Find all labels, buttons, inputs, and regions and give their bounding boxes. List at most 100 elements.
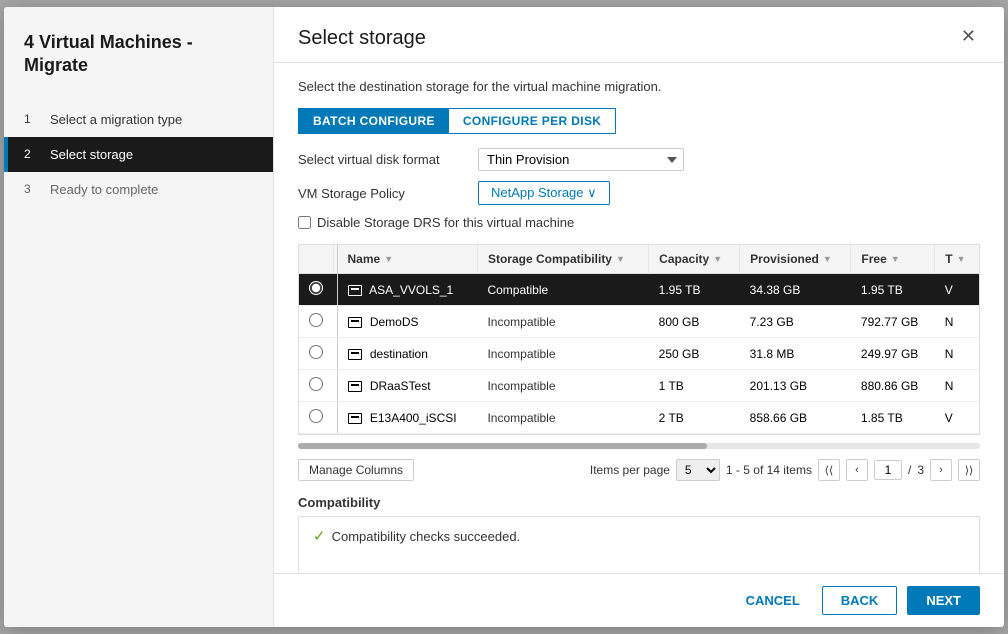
check-icon: ✓ — [313, 527, 326, 545]
items-per-page-select[interactable]: 5 10 25 — [676, 459, 720, 481]
storage-name: destination — [370, 347, 428, 361]
storage-policy-button[interactable]: NetApp Storage ∨ — [478, 181, 610, 205]
back-button[interactable]: BACK — [822, 586, 898, 615]
storage-icon — [348, 413, 362, 424]
last-page-button[interactable]: ⟩⟩ — [958, 459, 980, 481]
sidebar-step-2[interactable]: 2 Select storage — [4, 137, 273, 172]
step-3-number: 3 — [24, 182, 40, 196]
table-row[interactable]: DemoDS Incompatible 800 GB 7.23 GB 792.7… — [299, 306, 979, 338]
storage-policy-label: VM Storage Policy — [298, 186, 478, 201]
name-cell: destination — [337, 338, 477, 370]
main-header: Select storage ✕ — [274, 7, 1004, 63]
th-provisioned[interactable]: Provisioned ▼ — [740, 245, 851, 274]
storage-icon — [348, 349, 362, 360]
th-free[interactable]: Free ▼ — [851, 245, 935, 274]
table-row[interactable]: ASA_VVOLS_1 Compatible 1.95 TB 34.38 GB … — [299, 274, 979, 306]
compat-sort-icon: ▼ — [616, 254, 625, 264]
sidebar: 4 Virtual Machines - Migrate 1 Select a … — [4, 7, 274, 627]
next-page-button[interactable]: › — [930, 459, 952, 481]
storage-table-wrapper: Name ▼ Storage Compatibility ▼ — [298, 244, 980, 435]
th-storage-compatibility[interactable]: Storage Compatibility ▼ — [477, 245, 648, 274]
type-cell: V — [935, 274, 979, 306]
name-sort-icon: ▼ — [384, 254, 393, 264]
storage-table: Name ▼ Storage Compatibility ▼ — [299, 245, 979, 434]
th-name[interactable]: Name ▼ — [337, 245, 477, 274]
th-capacity[interactable]: Capacity ▼ — [649, 245, 740, 274]
page-number-input[interactable] — [874, 460, 902, 480]
modal-overlay: 4 Virtual Machines - Migrate 1 Select a … — [0, 0, 1008, 634]
radio-cell — [299, 402, 333, 434]
compatibility-message: Compatibility checks succeeded. — [332, 529, 521, 544]
items-range: 1 - 5 of 14 items — [726, 463, 812, 477]
capacity-cell: 1.95 TB — [649, 274, 740, 306]
next-button[interactable]: NEXT — [907, 586, 980, 615]
cancel-button[interactable]: CANCEL — [734, 587, 812, 614]
compatibility-title: Compatibility — [298, 495, 980, 510]
provisioned-cell: 858.66 GB — [740, 402, 851, 434]
storage-radio-3[interactable] — [309, 377, 323, 391]
storage-name: E13A400_iSCSI — [370, 411, 457, 425]
disable-drs-label[interactable]: Disable Storage DRS for this virtual mac… — [317, 215, 574, 230]
storage-radio-2[interactable] — [309, 345, 323, 359]
disable-drs-row: Disable Storage DRS for this virtual mac… — [298, 215, 980, 230]
name-cell: E13A400_iSCSI — [337, 402, 477, 434]
type-cell: N — [935, 370, 979, 402]
scrollbar-thumb — [298, 443, 707, 449]
modal-footer: CANCEL BACK NEXT — [274, 573, 1004, 627]
prev-page-button[interactable]: ‹ — [846, 459, 868, 481]
sidebar-step-1[interactable]: 1 Select a migration type — [4, 102, 273, 137]
close-button[interactable]: ✕ — [957, 27, 980, 45]
table-row[interactable]: E13A400_iSCSI Incompatible 2 TB 858.66 G… — [299, 402, 979, 434]
compatibility-success: ✓ Compatibility checks succeeded. — [313, 527, 965, 545]
radio-cell — [299, 306, 333, 338]
tab-batch-configure[interactable]: BATCH CONFIGURE — [299, 109, 449, 133]
provisioned-cell: 201.13 GB — [740, 370, 851, 402]
storage-name: ASA_VVOLS_1 — [369, 283, 453, 297]
main-content: Select storage ✕ Select the destination … — [274, 7, 1004, 627]
table-row[interactable]: destination Incompatible 250 GB 31.8 MB … — [299, 338, 979, 370]
storage-policy-value: NetApp Storage ∨ — [491, 185, 597, 201]
subtitle: Select the destination storage for the v… — [298, 79, 980, 94]
first-page-button[interactable]: ⟨⟨ — [818, 459, 840, 481]
step-2-number: 2 — [24, 147, 40, 161]
table-row[interactable]: DRaaSTest Incompatible 1 TB 201.13 GB 88… — [299, 370, 979, 402]
storage-icon — [348, 285, 362, 296]
disk-format-row: Select virtual disk format Thin Provisio… — [298, 148, 980, 171]
capacity-cell: 800 GB — [649, 306, 740, 338]
th-type[interactable]: T ▼ — [935, 245, 979, 274]
compatibility-cell: Incompatible — [477, 402, 648, 434]
modal: 4 Virtual Machines - Migrate 1 Select a … — [4, 7, 1004, 627]
free-cell: 249.97 GB — [851, 338, 935, 370]
table-footer: Manage Columns Items per page 5 10 25 1 … — [298, 453, 980, 491]
items-per-page-label: Items per page — [590, 463, 670, 477]
storage-radio-1[interactable] — [309, 313, 323, 327]
manage-columns-button[interactable]: Manage Columns — [298, 459, 414, 481]
tab-configure-per-disk[interactable]: CONFIGURE PER DISK — [449, 109, 616, 133]
step-2-label: Select storage — [50, 147, 133, 162]
total-pages: 3 — [917, 463, 924, 477]
horizontal-scrollbar[interactable] — [298, 443, 980, 449]
free-cell: 792.77 GB — [851, 306, 935, 338]
name-cell: DemoDS — [337, 306, 477, 338]
capacity-cell: 2 TB — [649, 402, 740, 434]
main-body: Select the destination storage for the v… — [274, 63, 1004, 573]
step-3-label: Ready to complete — [50, 182, 158, 197]
disk-format-select[interactable]: Thin Provision Thick Provision Lazy Zero… — [478, 148, 684, 171]
disable-drs-checkbox[interactable] — [298, 216, 311, 229]
storage-icon — [348, 317, 362, 328]
type-cell: N — [935, 338, 979, 370]
type-cell: N — [935, 306, 979, 338]
storage-radio-0[interactable] — [309, 281, 323, 295]
storage-icon — [348, 381, 362, 392]
storage-radio-4[interactable] — [309, 409, 323, 423]
radio-cell — [299, 338, 333, 370]
radio-cell — [299, 274, 333, 306]
provisioned-cell: 31.8 MB — [740, 338, 851, 370]
storage-name: DRaaSTest — [370, 379, 431, 393]
capacity-sort-icon: ▼ — [713, 254, 722, 264]
sidebar-steps: 1 Select a migration type 2 Select stora… — [4, 102, 273, 207]
capacity-cell: 1 TB — [649, 370, 740, 402]
disk-format-label: Select virtual disk format — [298, 152, 478, 167]
storage-name: DemoDS — [370, 315, 419, 329]
sidebar-step-3[interactable]: 3 Ready to complete — [4, 172, 273, 207]
